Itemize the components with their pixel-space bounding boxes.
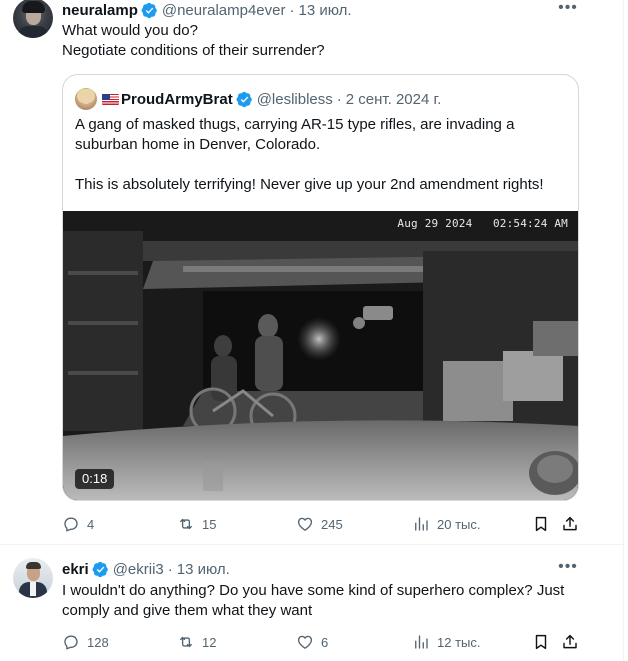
tweet-text-line: Negotiate conditions of their surrender? — [62, 42, 325, 59]
repost-button[interactable]: 15 — [177, 514, 216, 534]
like-icon — [297, 635, 313, 649]
like-button[interactable]: 6 — [296, 632, 328, 652]
more-options-icon[interactable]: ••• — [556, 559, 580, 580]
camera-timestamp: Aug 29 2024 02:54:24 AM — [397, 217, 568, 230]
tweet-date[interactable]: 13 июл. — [299, 2, 352, 19]
separator-dot: · — [289, 1, 295, 19]
author-handle[interactable]: @neuralamp4ever — [162, 2, 286, 19]
verified-badge-icon — [236, 91, 252, 107]
quoted-paragraph: This is absolutely terrifying! Never giv… — [75, 176, 544, 193]
views-count: 12 тыс. — [437, 634, 481, 650]
tweet-text: What would you do? Negotiate conditions … — [62, 21, 325, 61]
share-button[interactable] — [561, 632, 579, 652]
bookmark-button[interactable] — [532, 514, 550, 534]
quoted-tweet-text: A gang of masked thugs, carrying AR-15 t… — [75, 115, 570, 195]
repost-count: 15 — [202, 516, 217, 532]
tweet-text-line: What would you do? — [62, 22, 198, 39]
tweet-header: neuralamp @neuralamp4ever · 13 июл. — [62, 0, 352, 20]
tweet-actions: 4 15 245 20 тыс. — [62, 514, 582, 534]
repost-icon — [180, 518, 192, 530]
views-icon — [415, 635, 428, 649]
author-name[interactable]: neuralamp — [62, 2, 138, 19]
quoted-tweet-date: 2 сент. 2024 г. — [345, 90, 442, 108]
like-button[interactable]: 245 — [296, 514, 343, 534]
bookmark-icon — [535, 516, 547, 532]
quoted-author-name: ProudArmyBrat — [121, 90, 233, 108]
like-count: 245 — [321, 516, 343, 532]
share-icon — [563, 634, 577, 649]
verified-badge-icon — [92, 561, 108, 577]
like-count: 6 — [321, 634, 329, 650]
video-player[interactable]: Aug 29 2024 02:54:24 AM 0:18 — [63, 211, 578, 500]
views-count: 20 тыс. — [437, 516, 481, 532]
quoted-tweet-header: ProudArmyBrat @leslibless · 2 сент. 2024… — [75, 88, 442, 110]
repost-button[interactable]: 12 — [177, 632, 216, 652]
camera-date: Aug 29 2024 — [397, 217, 473, 230]
tweet-neuralamp[interactable]: neuralamp @neuralamp4ever · 13 июл. ••• … — [0, 0, 624, 544]
reply-button[interactable]: 128 — [62, 632, 109, 652]
separator-dot: · — [167, 560, 173, 578]
bookmark-icon — [535, 634, 547, 650]
tweet-ekri[interactable]: ekri @ekrii3 · 13 июл. ••• I wouldn't do… — [0, 544, 624, 661]
repost-count: 12 — [202, 634, 217, 650]
quoted-author-handle: @leslibless — [256, 90, 333, 108]
more-options-icon[interactable]: ••• — [556, 0, 580, 21]
avatar-ekri[interactable] — [13, 558, 53, 598]
reply-icon — [64, 635, 78, 650]
repost-icon — [180, 636, 192, 648]
share-icon — [563, 516, 577, 531]
quoted-tweet[interactable]: ProudArmyBrat @leslibless · 2 сент. 2024… — [62, 74, 579, 501]
share-button[interactable] — [561, 514, 579, 534]
bookmark-button[interactable] — [532, 632, 550, 652]
tweet-text: I wouldn't do anything? Do you have some… — [62, 582, 565, 619]
author-name[interactable]: ekri — [62, 561, 89, 578]
views-button[interactable]: 20 тыс. — [412, 514, 480, 534]
like-icon — [297, 517, 313, 531]
reply-icon — [64, 517, 78, 532]
views-button[interactable]: 12 тыс. — [412, 632, 480, 652]
quoted-paragraph: A gang of masked thugs, carrying AR-15 t… — [75, 116, 515, 153]
avatar-neuralamp[interactable] — [13, 0, 53, 38]
reply-count: 128 — [87, 634, 109, 650]
us-flag-icon — [102, 93, 119, 105]
views-icon — [415, 517, 428, 531]
separator-dot: · — [336, 90, 342, 108]
security-camera-footage — [63, 211, 578, 500]
verified-badge-icon — [141, 2, 157, 18]
avatar-proudarmybrat — [75, 88, 97, 110]
author-handle[interactable]: @ekrii3 — [113, 561, 164, 578]
video-duration: 0:18 — [75, 469, 115, 489]
tweet-date[interactable]: 13 июл. — [177, 561, 230, 578]
camera-time: 02:54:24 AM — [492, 217, 568, 230]
reply-count: 4 — [87, 516, 95, 532]
tweet-header: ekri @ekrii3 · 13 июл. — [62, 559, 230, 579]
tweet-actions: 128 12 6 12 тыс. — [62, 632, 582, 652]
reply-button[interactable]: 4 — [62, 514, 94, 534]
